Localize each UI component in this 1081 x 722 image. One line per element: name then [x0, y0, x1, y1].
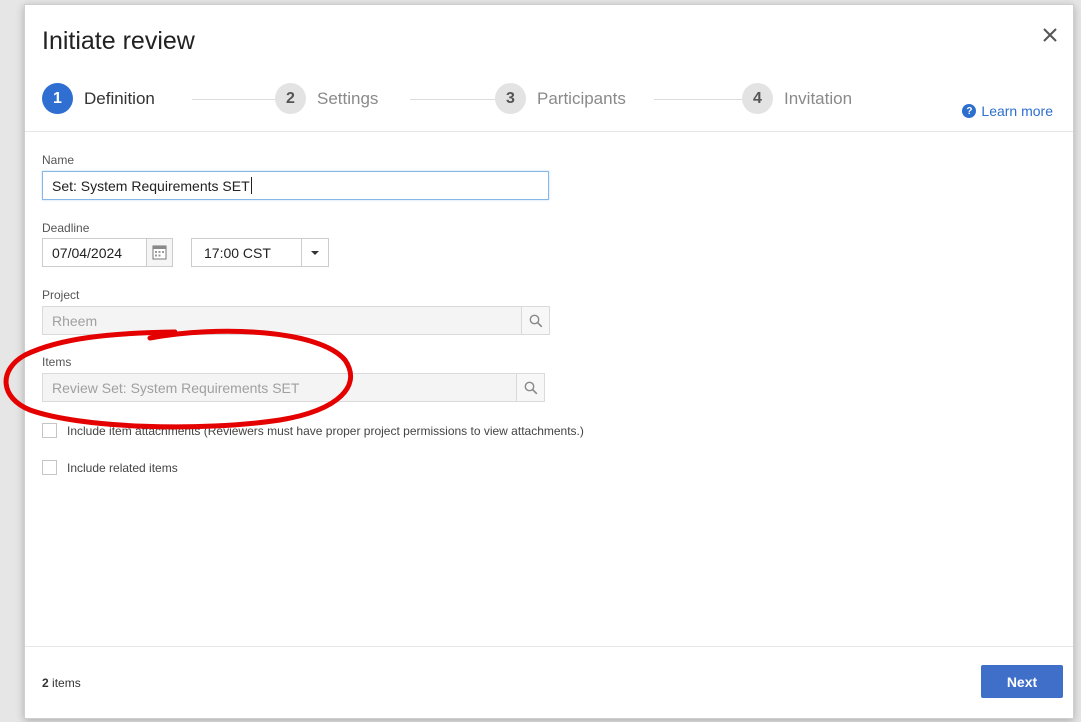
- learn-more-link[interactable]: ? Learn more: [962, 103, 1053, 119]
- learn-more-label: Learn more: [981, 103, 1053, 119]
- step-label: Settings: [317, 88, 379, 108]
- deadline-date-input[interactable]: 07/04/2024: [42, 238, 147, 267]
- step-number: 3: [495, 83, 526, 114]
- deadline-label: Deadline: [42, 221, 90, 235]
- include-related-checkbox[interactable]: [42, 460, 57, 475]
- next-button[interactable]: Next: [981, 665, 1063, 698]
- header-divider: [25, 131, 1073, 132]
- step-number: 1: [42, 83, 73, 114]
- dialog-title: Initiate review: [42, 27, 195, 55]
- step-number: 2: [275, 83, 306, 114]
- step-connector: [410, 99, 508, 100]
- text-caret: [250, 177, 252, 194]
- step-connector: [654, 99, 754, 100]
- footer-divider: [25, 646, 1073, 647]
- initiate-review-dialog: Initiate review 1 Definition 2 Settings …: [24, 4, 1074, 719]
- step-settings[interactable]: 2 Settings: [275, 83, 378, 114]
- deadline-time-value: 17:00 CST: [204, 244, 271, 261]
- include-related-label: Include related items: [67, 460, 178, 475]
- project-value: Rheem: [52, 312, 98, 329]
- include-related-option[interactable]: Include related items: [42, 460, 178, 475]
- step-label: Invitation: [784, 88, 853, 108]
- items-value: Review Set: System Requirements SET: [52, 379, 300, 396]
- step-number: 4: [742, 83, 773, 114]
- selected-items-count: 2 items: [42, 676, 81, 690]
- project-label: Project: [42, 288, 80, 302]
- step-connector: [192, 99, 286, 100]
- deadline-date-value: 07/04/2024: [52, 244, 123, 261]
- step-invitation[interactable]: 4 Invitation: [742, 83, 852, 114]
- items-count-suffix: items: [48, 676, 81, 690]
- step-label: Definition: [84, 88, 155, 108]
- items-search-icon[interactable]: [516, 373, 545, 402]
- deadline-time-select[interactable]: 17:00 CST: [191, 238, 302, 267]
- items-label: Items: [42, 355, 72, 369]
- wizard-steps: 1 Definition 2 Settings 3 Participants 4…: [42, 83, 1042, 117]
- include-attachments-label: Include item attachments (Reviewers must…: [67, 423, 584, 438]
- name-label: Name: [42, 153, 75, 167]
- include-attachments-option[interactable]: Include item attachments (Reviewers must…: [42, 423, 584, 438]
- items-field: Review Set: System Requirements SET: [42, 373, 518, 402]
- help-icon: ?: [962, 104, 977, 118]
- chevron-down-icon[interactable]: [301, 238, 329, 267]
- project-search-icon[interactable]: [521, 306, 550, 335]
- step-label: Participants: [537, 88, 626, 108]
- items-count-number: 2: [42, 676, 49, 690]
- step-definition[interactable]: 1 Definition: [42, 83, 155, 114]
- name-value: Set: System Requirements SET: [52, 177, 250, 194]
- include-attachments-checkbox[interactable]: [42, 423, 57, 438]
- name-input[interactable]: Set: System Requirements SET: [42, 171, 549, 200]
- calendar-icon[interactable]: [146, 238, 173, 267]
- step-participants[interactable]: 3 Participants: [495, 83, 626, 114]
- close-icon[interactable]: [1039, 24, 1061, 46]
- project-field: Rheem: [42, 306, 523, 335]
